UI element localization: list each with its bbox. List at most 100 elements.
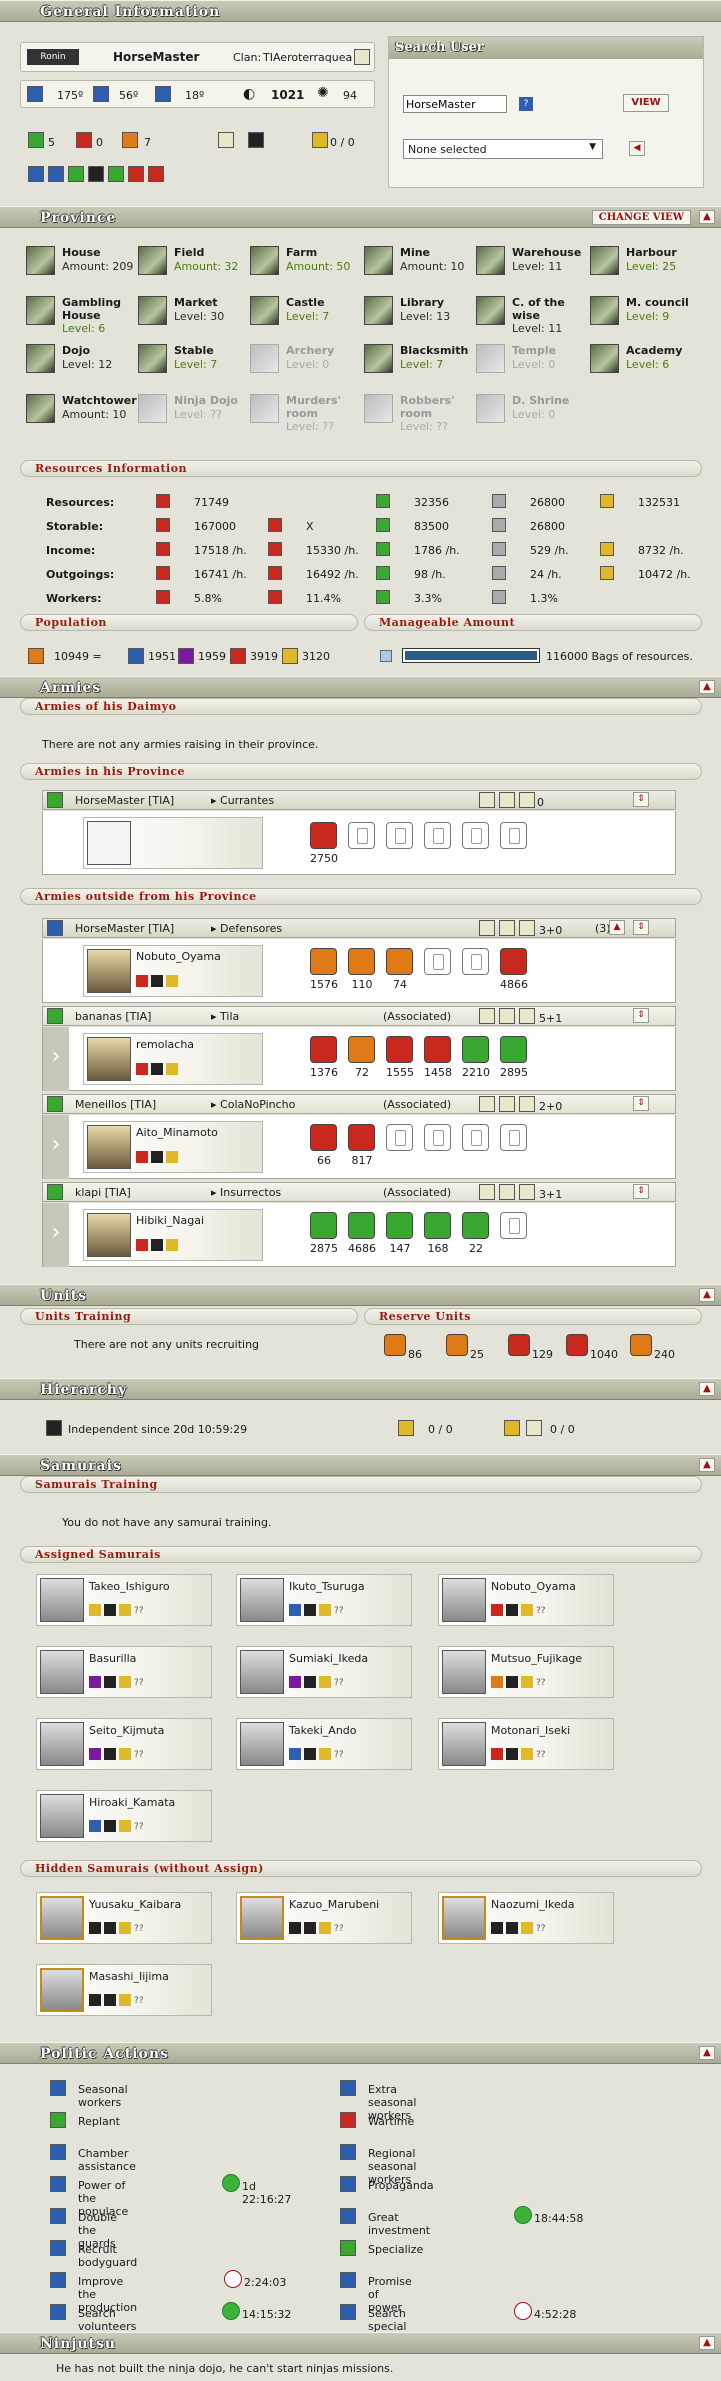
building-name[interactable]: C. of the wise	[512, 296, 592, 322]
samurai-card[interactable]: Motonari_Iseki??	[438, 1718, 614, 1770]
building-name[interactable]: Field	[174, 246, 254, 259]
help-icon[interactable]: ?	[519, 97, 533, 111]
politic-action-icon[interactable]	[50, 2176, 66, 2192]
army-header-row[interactable]: klapi [TIA] ▸ Insurrectos (Associated) 3+1 ⇕	[42, 1182, 676, 1202]
politic-action-icon[interactable]	[340, 2304, 356, 2320]
unit-slot[interactable]	[424, 1036, 451, 1063]
samurai-card[interactable]: Mutsuo_Fujikage??	[438, 1646, 614, 1698]
samurai-name[interactable]: Motonari_Iseki	[491, 1724, 570, 1737]
unit-slot[interactable]	[386, 948, 413, 975]
unit-slot[interactable]	[386, 1124, 413, 1151]
samurai-name[interactable]: Naozumi_Ikeda	[491, 1898, 574, 1911]
username[interactable]: HorseMaster	[113, 50, 199, 64]
collapse-icon[interactable]: ▲	[699, 680, 715, 694]
expand-side-arrow-icon[interactable]: ›	[43, 1115, 69, 1179]
politic-action-icon[interactable]	[340, 2080, 356, 2096]
politic-action-icon[interactable]	[50, 2080, 66, 2096]
army-name[interactable]: ▸ Insurrectos	[211, 1186, 281, 1199]
building-thumbnail[interactable]	[476, 296, 505, 325]
building-name[interactable]: Robbers' room	[400, 394, 480, 420]
politic-action-icon[interactable]	[340, 2208, 356, 2224]
building-thumbnail[interactable]	[26, 296, 55, 325]
politic-action-icon[interactable]	[340, 2176, 356, 2192]
politic-action-label[interactable]: Recruit bodyguard	[78, 2243, 137, 2269]
politic-action-icon[interactable]	[50, 2208, 66, 2224]
building-thumbnail[interactable]	[26, 394, 55, 423]
search-input[interactable]	[403, 95, 507, 113]
building-thumbnail[interactable]	[138, 296, 167, 325]
building-name[interactable]: M. council	[626, 296, 706, 309]
unit-slot[interactable]	[348, 1124, 375, 1151]
flag-icon[interactable]	[248, 132, 264, 148]
unit-slot[interactable]	[386, 1036, 413, 1063]
politic-action-icon[interactable]	[50, 2304, 66, 2320]
building-name[interactable]: House	[62, 246, 142, 259]
leader-name[interactable]: Nobuto_Oyama	[136, 950, 221, 963]
politic-action-label[interactable]: Chamber assistance	[78, 2147, 136, 2173]
samurai-card[interactable]: Yuusaku_Kaibara??	[36, 1892, 212, 1944]
expand-icon[interactable]: ⇕	[633, 792, 649, 807]
samurai-name[interactable]: Hiroaki_Kamata	[89, 1796, 175, 1809]
reserve-unit-icon[interactable]	[384, 1334, 406, 1356]
building-thumbnail[interactable]	[476, 246, 505, 275]
politic-action-icon[interactable]	[50, 2144, 66, 2160]
samurai-card[interactable]: Masashi_Iijima??	[36, 1964, 212, 2016]
building-name[interactable]: Farm	[286, 246, 366, 259]
unit-slot[interactable]	[310, 822, 337, 849]
unit-slot[interactable]	[310, 948, 337, 975]
building-thumbnail[interactable]	[250, 246, 279, 275]
building-name[interactable]: Mine	[400, 246, 480, 259]
politic-action-icon[interactable]	[340, 2144, 356, 2160]
samurai-name[interactable]: Ikuto_Tsuruga	[289, 1580, 365, 1593]
unit-slot[interactable]	[310, 1036, 337, 1063]
building-thumbnail[interactable]	[364, 296, 393, 325]
unit-slot[interactable]	[500, 822, 527, 849]
collapse-icon[interactable]: ▲	[699, 1458, 715, 1472]
building-thumbnail[interactable]	[26, 246, 55, 275]
reserve-unit-icon[interactable]	[630, 1334, 652, 1356]
unit-slot[interactable]	[386, 822, 413, 849]
samurai-name[interactable]: Mutsuo_Fujikage	[491, 1652, 582, 1665]
battles-icon[interactable]	[122, 132, 138, 148]
messages-icon[interactable]	[28, 132, 44, 148]
army-header-row[interactable]: HorseMaster [TIA] ▸ Defensores 3+0 (3) ▲ ⇕	[42, 918, 676, 938]
politic-action-label[interactable]: Propaganda	[368, 2179, 434, 2192]
politic-action-label[interactable]: Great investment	[368, 2211, 430, 2237]
leader-name[interactable]: Hibiki_Nagai	[136, 1214, 204, 1227]
unit-slot[interactable]	[462, 822, 489, 849]
building-thumbnail[interactable]	[138, 394, 167, 423]
samurai-card[interactable]: Naozumi_Ikeda??	[438, 1892, 614, 1944]
building-name[interactable]: Library	[400, 296, 480, 309]
unit-slot[interactable]	[424, 948, 451, 975]
unit-slot[interactable]	[500, 1124, 527, 1151]
army-header-row[interactable]: HorseMaster [TIA] ▸ Currantes 0 ⇕	[42, 790, 676, 810]
help-icon[interactable]	[380, 650, 392, 662]
user-select[interactable]: None selected ▼	[403, 139, 603, 159]
reserve-unit-icon[interactable]	[446, 1334, 468, 1356]
reserve-unit-icon[interactable]	[508, 1334, 530, 1356]
expand-side-arrow-icon[interactable]: ›	[43, 1027, 69, 1091]
unit-slot[interactable]	[424, 1212, 451, 1239]
unit-slot[interactable]	[500, 948, 527, 975]
building-thumbnail[interactable]	[590, 344, 619, 373]
unit-slot[interactable]	[310, 1124, 337, 1151]
samurai-name[interactable]: Sumiaki_Ikeda	[289, 1652, 368, 1665]
building-name[interactable]: Ninja Dojo	[174, 394, 254, 407]
samurai-card[interactable]: Kazuo_Marubeni??	[236, 1892, 412, 1944]
army-owner[interactable]: HorseMaster [TIA]	[75, 794, 174, 807]
change-view-button[interactable]: CHANGE VIEW	[591, 210, 691, 225]
politic-action-label[interactable]: Search volunteers	[78, 2307, 136, 2333]
building-thumbnail[interactable]	[26, 344, 55, 373]
army-owner[interactable]: bananas [TIA]	[75, 1010, 151, 1023]
building-name[interactable]: Dojo	[62, 344, 142, 357]
expand-side-arrow-icon[interactable]: ›	[43, 1203, 69, 1267]
army-owner[interactable]: Meneillos [TIA]	[75, 1098, 156, 1111]
unit-slot[interactable]	[424, 1124, 451, 1151]
unit-slot[interactable]	[348, 1036, 375, 1063]
politic-action-icon[interactable]	[340, 2112, 356, 2128]
building-thumbnail[interactable]	[364, 246, 393, 275]
politic-action-label[interactable]: Specialize	[368, 2243, 423, 2256]
army-leader-card[interactable]: remolacha	[83, 1033, 263, 1085]
unit-slot[interactable]	[348, 948, 375, 975]
building-name[interactable]: Archery	[286, 344, 366, 357]
